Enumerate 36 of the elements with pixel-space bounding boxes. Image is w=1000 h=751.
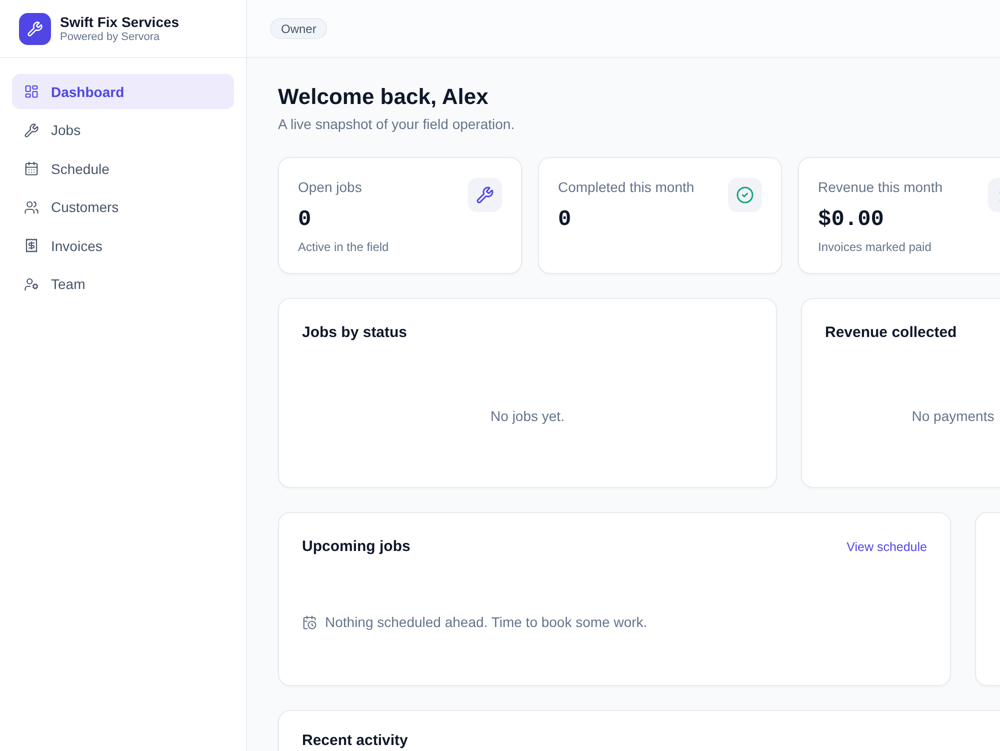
empty-message: Nothing scheduled ahead. Time to book some work. (325, 614, 648, 630)
card-title: Jobs by status (302, 323, 408, 343)
card-title: Upcoming jobs (302, 537, 410, 557)
card-title: Revenue collected (825, 323, 957, 343)
stat-value: 0 (558, 206, 572, 234)
stat-value: 0 (298, 206, 312, 234)
wrench-logo-icon (19, 12, 51, 44)
wrench-icon (468, 178, 502, 212)
calendar-icon (24, 161, 39, 176)
stat-label: Revenue this month (818, 178, 943, 197)
nav-item[interactable]: Schedule (12, 151, 234, 186)
page-title: Welcome back, Alex (278, 83, 488, 111)
empty-message: No payments (912, 408, 994, 424)
user-gear-icon (24, 276, 39, 292)
brand-tagline: Powered by Servora (60, 30, 160, 44)
stat-value: $0.00 (818, 206, 884, 234)
nav-item[interactable]: Team (12, 266, 234, 302)
stat-label: Completed this month (558, 178, 694, 197)
stat-label: Open jobs (298, 178, 362, 197)
role-badge: Owner (270, 18, 328, 39)
nav-item[interactable]: Jobs (12, 112, 234, 148)
empty-message: No jobs yet. (490, 408, 564, 424)
view-schedule-link[interactable]: View schedule (846, 540, 927, 554)
nav-item[interactable]: Customers (12, 190, 234, 224)
users-icon (24, 200, 39, 214)
stat-note: Invoices marked paid (818, 239, 932, 255)
receipt-icon (24, 238, 39, 253)
nav-item[interactable]: Invoices (12, 228, 234, 263)
stat-note: Active in the field (298, 239, 389, 255)
calendar-clock-icon (302, 614, 317, 630)
page-subtitle: A live snapshot of your field operation. (278, 115, 515, 134)
card-title: Recent activity (302, 732, 408, 750)
grid-icon (24, 84, 39, 99)
brand-name: Swift Fix Services (60, 14, 180, 30)
nav-item[interactable]: Dashboard (12, 74, 234, 109)
wrench-icon (24, 122, 39, 138)
